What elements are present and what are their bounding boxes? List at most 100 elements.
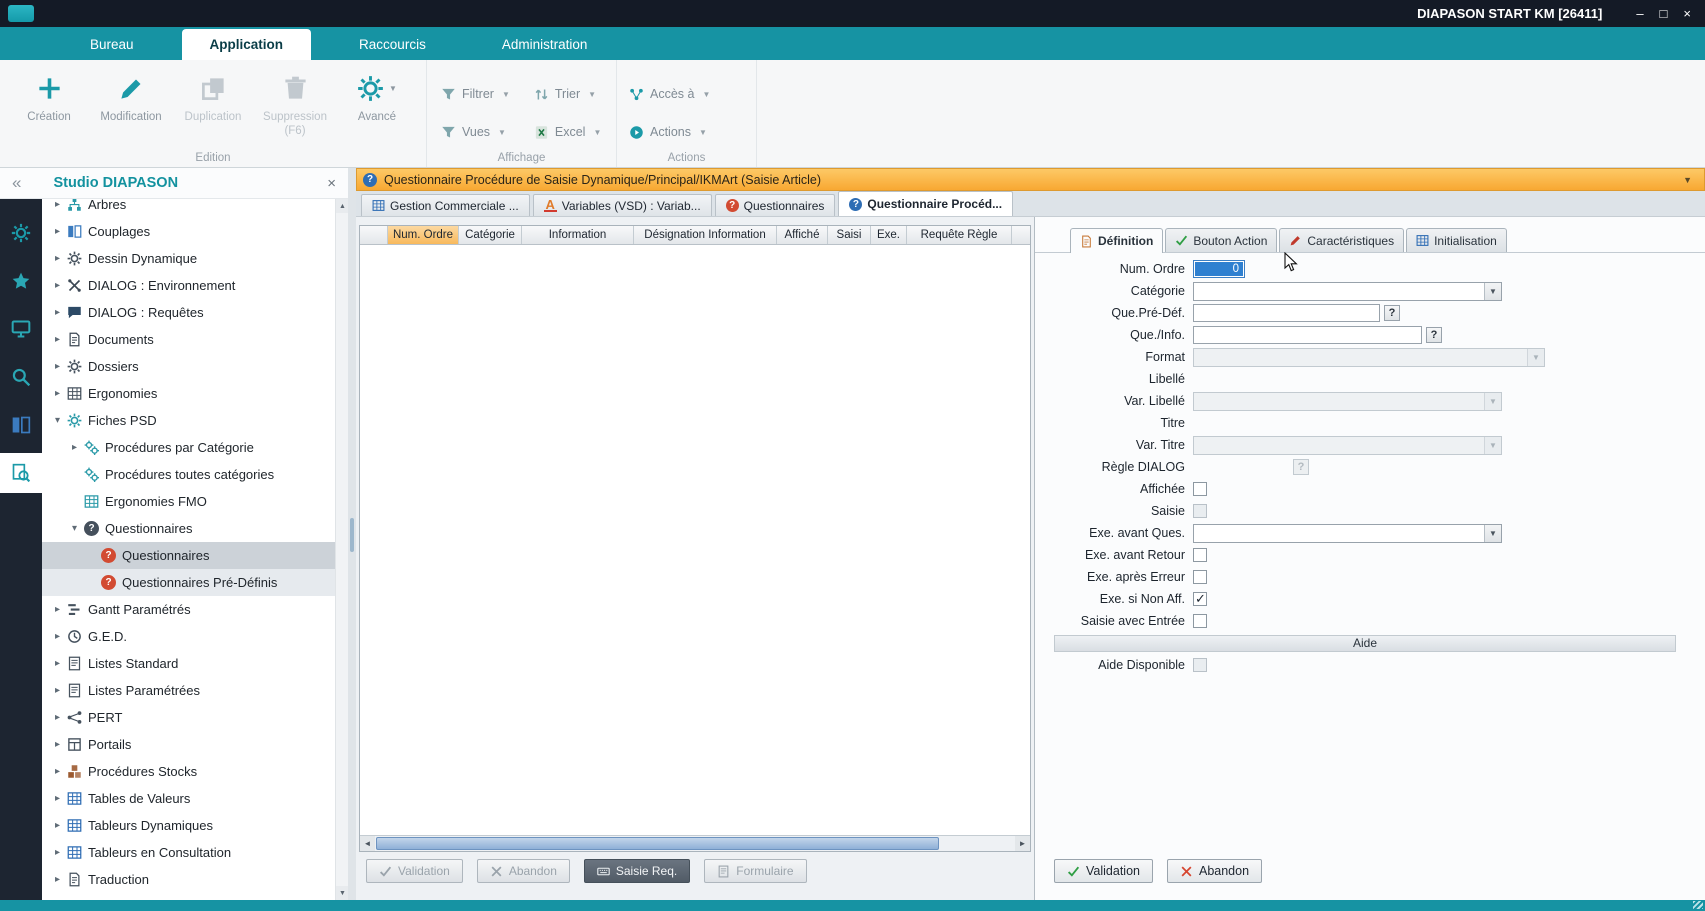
tree-item-dessin-dynamique[interactable]: ▸Dessin Dynamique (42, 245, 335, 272)
tree-item-questionnaires[interactable]: ▾?Questionnaires (42, 515, 335, 542)
ribbon-button-excel[interactable]: Excel▼ (534, 120, 602, 144)
document-tab-variables-vsd-variab[interactable]: AVariables (VSD) : Variab... (533, 194, 712, 216)
document-menu-caret-icon[interactable] (1683, 175, 1692, 185)
ribbon-button-avanc[interactable]: ▼Avancé (336, 66, 418, 150)
tree-item-arbres[interactable]: ▸Arbres (42, 199, 335, 218)
button-validation-form[interactable]: Validation (1054, 859, 1153, 883)
tree-item-tables-de-valeurs[interactable]: ▸Tables de Valeurs (42, 785, 335, 812)
rail-item-star[interactable] (0, 261, 42, 301)
ribbon-button-suppression-f6[interactable]: Suppression (F6) (254, 66, 336, 150)
expander-closed-icon[interactable]: ▸ (50, 334, 65, 345)
form-tab-bouton-action[interactable]: Bouton Action (1165, 228, 1277, 252)
grid-body[interactable] (360, 245, 1030, 835)
help-button-r-gle-dialog[interactable]: ? (1293, 459, 1309, 475)
rail-item-explorer[interactable] (0, 453, 42, 493)
tree-item-ergonomies-fmo[interactable]: Ergonomies FMO (42, 488, 335, 515)
column-header-requ-te-r-gle[interactable]: Requête Règle (907, 226, 1012, 244)
scroll-left-icon[interactable] (360, 836, 375, 851)
expander-closed-icon[interactable]: ▸ (50, 820, 65, 831)
form-tab-d-finition[interactable]: Définition (1070, 228, 1163, 253)
expander-closed-icon[interactable]: ▸ (50, 847, 65, 858)
expander-closed-icon[interactable]: ▸ (50, 766, 65, 777)
checkbox-exe-si-non-aff[interactable] (1193, 592, 1207, 606)
ribbon-button-vues[interactable]: Vues▼ (441, 120, 510, 144)
splitter-handle[interactable] (350, 518, 354, 552)
maximize-button[interactable]: □ (1660, 6, 1668, 21)
column-header-cat-gorie[interactable]: Catégorie (459, 226, 522, 244)
resize-grip[interactable] (1693, 901, 1703, 909)
ribbon-button-duplication[interactable]: Duplication (172, 66, 254, 150)
tree-item-proc-dures-stocks[interactable]: ▸Procédures Stocks (42, 758, 335, 785)
ribbon-button-cr-ation[interactable]: Création (8, 66, 90, 150)
tree-item-pert[interactable]: ▸PERT (42, 704, 335, 731)
column-header-information[interactable]: Information (522, 226, 634, 244)
button-saisie-req[interactable]: Saisie Req. (584, 859, 690, 883)
input-que-pr-d-f[interactable] (1193, 304, 1380, 322)
expander-closed-icon[interactable]: ▸ (50, 280, 65, 291)
menu-tab-raccourcis[interactable]: Raccourcis (331, 29, 454, 60)
ribbon-button-acc-s[interactable]: Accès à▼ (629, 82, 740, 106)
expander-closed-icon[interactable]: ▸ (50, 253, 65, 264)
combo-format[interactable]: ▼ (1193, 348, 1545, 367)
checkbox-saisie[interactable] (1193, 504, 1207, 518)
tree-item-gantt-param-tr-s[interactable]: ▸Gantt Paramétrés (42, 596, 335, 623)
tree-item-couplages[interactable]: ▸Couplages (42, 218, 335, 245)
document-tab-questionnaire-proc-d[interactable]: ?Questionnaire Procéd... (838, 191, 1013, 216)
button-abandon[interactable]: Abandon (477, 859, 570, 883)
expander-closed-icon[interactable]: ▸ (67, 442, 82, 453)
menu-tab-application[interactable]: Application (182, 29, 312, 60)
checkbox-affich-e[interactable] (1193, 482, 1207, 496)
combo-var-libell[interactable]: ▼ (1193, 392, 1502, 411)
expander-closed-icon[interactable]: ▸ (50, 712, 65, 723)
tree-item-questionnaires[interactable]: ?Questionnaires (42, 542, 335, 569)
scrollbar-thumb[interactable] (376, 837, 939, 850)
sidebar-splitter[interactable] (348, 168, 356, 900)
checkbox-saisie-avec-entr-e[interactable] (1193, 614, 1207, 628)
expander-closed-icon[interactable]: ▸ (50, 685, 65, 696)
expander-closed-icon[interactable]: ▸ (50, 361, 65, 372)
input-que-info[interactable] (1193, 326, 1422, 344)
tree-item-listes-standard[interactable]: ▸Listes Standard (42, 650, 335, 677)
expander-open-icon[interactable]: ▾ (50, 415, 65, 426)
ribbon-button-trier[interactable]: Trier▼ (534, 82, 602, 106)
combo-exe-avant-ques[interactable]: ▼ (1193, 524, 1502, 543)
tree-item-proc-dures-par-cat-gorie[interactable]: ▸Procédures par Catégorie (42, 434, 335, 461)
tree-scrollbar[interactable] (335, 199, 348, 900)
tree-item-documents[interactable]: ▸Documents (42, 326, 335, 353)
expander-closed-icon[interactable]: ▸ (50, 739, 65, 750)
tree-item-dialog-requ-tes[interactable]: ▸DIALOG : Requêtes (42, 299, 335, 326)
combo-var-titre[interactable]: ▼ (1193, 436, 1502, 455)
help-button-que-info[interactable]: ? (1426, 327, 1442, 343)
column-header-d-signation-information[interactable]: Désignation Information (634, 226, 777, 244)
button-validation[interactable]: Validation (366, 859, 463, 883)
expander-closed-icon[interactable]: ▸ (50, 658, 65, 669)
menu-tab-bureau[interactable]: Bureau (62, 29, 162, 60)
rail-item-search[interactable] (0, 357, 42, 397)
tree-item-questionnaires-pr-d-finis[interactable]: ?Questionnaires Pré-Définis (42, 569, 335, 596)
expander-closed-icon[interactable]: ▸ (50, 388, 65, 399)
rail-item-monitor[interactable] (0, 309, 42, 349)
form-tab-initialisation[interactable]: Initialisation (1406, 228, 1507, 252)
scroll-right-icon[interactable] (1015, 836, 1030, 851)
sidebar-collapse-icon[interactable] (12, 173, 21, 193)
expander-closed-icon[interactable]: ▸ (50, 793, 65, 804)
rail-item-columns[interactable] (0, 405, 42, 445)
ribbon-button-filtrer[interactable]: Filtrer▼ (441, 82, 510, 106)
menu-tab-administration[interactable]: Administration (474, 29, 616, 60)
tree-item-ergonomies[interactable]: ▸Ergonomies (42, 380, 335, 407)
expander-open-icon[interactable]: ▾ (67, 523, 82, 534)
combo-cat-gorie[interactable]: ▼ (1193, 282, 1502, 301)
tree-item-traduction[interactable]: ▸Traduction (42, 866, 335, 893)
tree-item-portails[interactable]: ▸Portails (42, 731, 335, 758)
column-header-num-ordre[interactable]: Num. Ordre (388, 226, 459, 244)
tree-item-fiches-psd[interactable]: ▾Fiches PSD (42, 407, 335, 434)
checkbox-aide-disponible[interactable] (1193, 658, 1207, 672)
button-abandon-form[interactable]: Abandon (1167, 859, 1262, 883)
expander-closed-icon[interactable]: ▸ (50, 226, 65, 237)
column-header-affich[interactable]: Affiché (777, 226, 828, 244)
checkbox-exe-avant-retour[interactable] (1193, 548, 1207, 562)
rail-item-gear[interactable] (0, 213, 42, 253)
expander-closed-icon[interactable]: ▸ (50, 199, 65, 210)
tree-item-proc-dures-toutes-cat-gories[interactable]: Procédures toutes catégories (42, 461, 335, 488)
close-button[interactable]: × (1683, 6, 1691, 21)
